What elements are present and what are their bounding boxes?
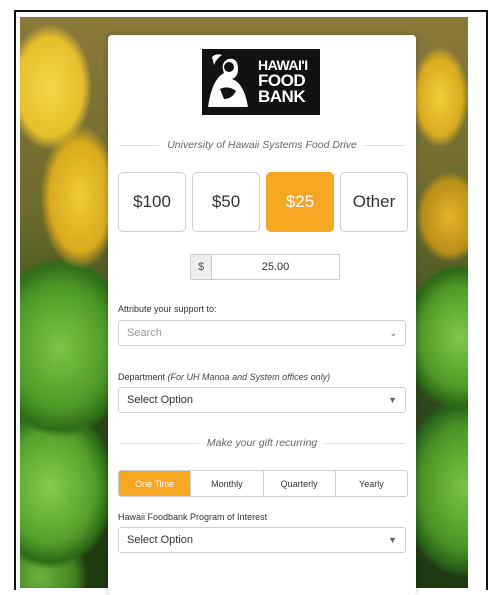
- recurring-title-text: Make your gift recurring: [206, 437, 318, 449]
- divider: [120, 442, 199, 444]
- attribute-search-placeholder: Search: [127, 327, 162, 339]
- donation-form: HAWAI'I FOOD BANK University of Hawaii S…: [108, 35, 416, 595]
- attribute-label: Attribute your support to:: [118, 304, 217, 314]
- program-select-value: Select Option: [127, 534, 194, 546]
- logo-wordmark: HAWAI'I FOOD BANK: [256, 58, 308, 106]
- amount-options: $100 $50 $25 Other: [118, 172, 408, 232]
- amount-other-button[interactable]: Other: [340, 172, 408, 232]
- divider: [120, 144, 160, 146]
- frequency-options: One Time Monthly Quarterly Yearly: [118, 470, 408, 497]
- currency-symbol: $: [191, 255, 212, 279]
- drive-title-text: University of Hawaii Systems Food Drive: [167, 139, 357, 151]
- chevron-down-icon: ⌄: [389, 327, 397, 338]
- program-select[interactable]: Select Option ▼: [118, 527, 406, 553]
- hawaii-foodbank-logo: HAWAI'I FOOD BANK: [202, 49, 320, 115]
- amount-100-button[interactable]: $100: [118, 172, 186, 232]
- chevron-down-icon: ▼: [388, 535, 397, 545]
- divider: [325, 442, 405, 444]
- department-select-value: Select Option: [127, 394, 194, 406]
- divider: [364, 144, 405, 146]
- program-label: Hawaii Foodbank Program of Interest: [118, 512, 268, 522]
- frequency-yearly-button[interactable]: Yearly: [335, 471, 407, 496]
- department-label-note: (For UH Manoa and System offices only): [167, 372, 331, 382]
- chevron-down-icon: ▼: [388, 395, 397, 405]
- frequency-one-time-button[interactable]: One Time: [119, 471, 192, 496]
- frequency-monthly-button[interactable]: Monthly: [191, 471, 264, 496]
- recurring-title: Make your gift recurring: [108, 437, 416, 449]
- amount-50-button[interactable]: $50: [192, 172, 260, 232]
- amount-25-button[interactable]: $25: [266, 172, 334, 232]
- department-select[interactable]: Select Option ▼: [118, 387, 406, 413]
- department-label-text: Department: [118, 372, 166, 382]
- department-label: Department (For UH Manoa and System offi…: [118, 372, 330, 382]
- amount-field[interactable]: $ 25.00: [190, 254, 340, 280]
- logo-text-bank: BANK: [258, 86, 306, 106]
- amount-value[interactable]: 25.00: [212, 255, 339, 279]
- drive-title: University of Hawaii Systems Food Drive: [108, 139, 416, 151]
- attribute-search-input[interactable]: Search ⌄: [118, 320, 406, 346]
- frequency-quarterly-button[interactable]: Quarterly: [263, 471, 336, 496]
- logo-figure-icon: [202, 49, 256, 115]
